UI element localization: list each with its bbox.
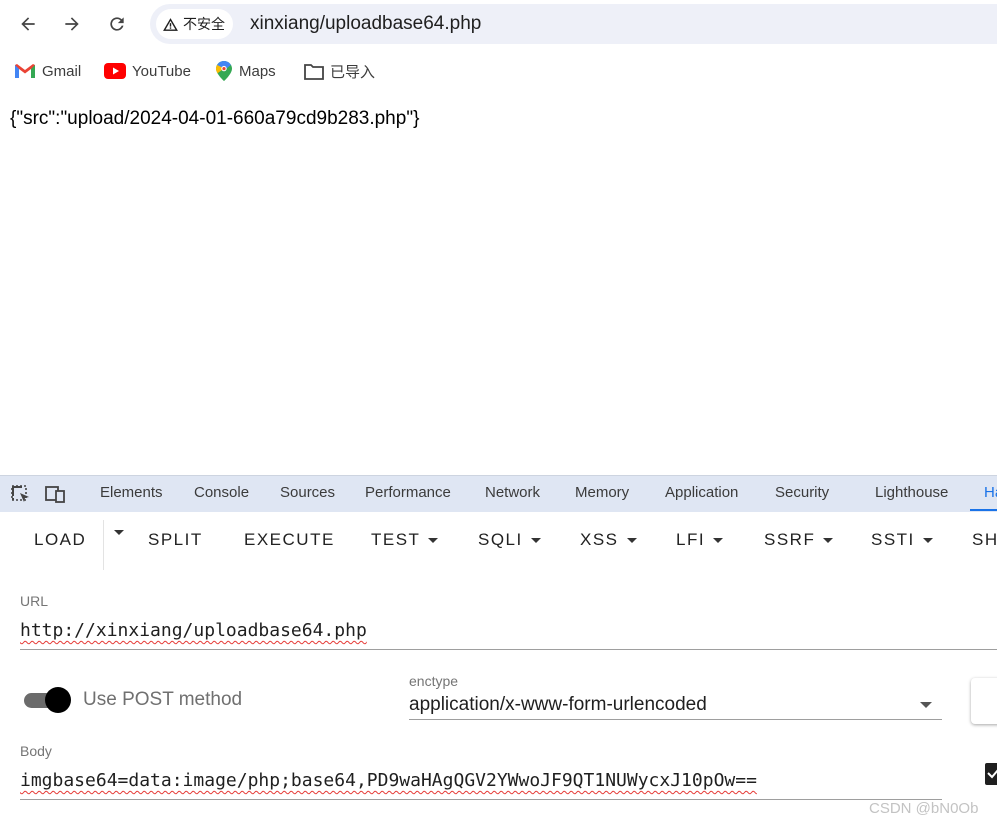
enctype-select[interactable]: application/x-www-form-urlencoded (409, 694, 707, 716)
arrow-right-icon (65, 17, 79, 31)
sh-label: SH (972, 530, 997, 549)
lfi-label: LFI (676, 530, 706, 549)
load-button[interactable]: LOAD (34, 530, 86, 550)
devtools-tab-bar: Elements Console Sources Performance Net… (0, 475, 997, 512)
chevron-down-icon (114, 530, 124, 535)
reload-button[interactable] (100, 7, 134, 41)
post-toggle-label: Use POST method (83, 689, 243, 710)
shell-menu-button[interactable]: SH (972, 530, 997, 550)
warning-icon (163, 17, 178, 31)
tab-hackbar[interactable]: Ha (984, 484, 997, 501)
folder-icon (304, 63, 324, 80)
bookmarks-bar: Gmail YouTube Maps 已导入 (0, 52, 997, 90)
toolbar-divider (103, 520, 104, 570)
tab-console[interactable]: Console (194, 484, 249, 501)
security-label: 不安全 (183, 16, 225, 32)
load-dropdown-button[interactable] (106, 530, 124, 535)
chevron-down-icon (922, 537, 933, 543)
url-input-underline (20, 649, 997, 650)
body-checkbox[interactable] (985, 763, 997, 785)
reload-icon (110, 17, 124, 31)
address-text[interactable]: xinxiang/uploadbase64.php (250, 13, 481, 35)
chevron-down-icon (713, 537, 724, 543)
address-bar[interactable]: 不安全 xinxiang/uploadbase64.php (150, 4, 997, 44)
youtube-icon (104, 63, 126, 79)
back-button[interactable] (11, 7, 45, 41)
bookmark-label: YouTube (132, 62, 191, 80)
bookmark-label: Gmail (42, 62, 82, 80)
ssti-label: SSTI (871, 530, 915, 549)
bookmark-maps[interactable]: Maps (215, 60, 276, 82)
browser-toolbar: 不安全 xinxiang/uploadbase64.php (0, 0, 997, 50)
json-response: {"src":"upload/2024-04-01-660a79cd9b283.… (10, 108, 420, 129)
sqli-label: SQLI (478, 530, 523, 549)
tab-application[interactable]: Application (665, 484, 738, 501)
inspect-element-icon[interactable] (10, 484, 32, 504)
bookmark-gmail[interactable]: Gmail (14, 60, 81, 82)
sqli-menu-button[interactable]: SQLI (478, 530, 541, 550)
hackbar-toolbar: LOAD SPLIT EXECUTE TEST SQLI XSS LFI SSR… (0, 512, 997, 570)
tab-lighthouse[interactable]: Lighthouse (875, 484, 948, 501)
load-label: LOAD (34, 530, 87, 549)
chevron-down-icon[interactable] (920, 702, 932, 708)
device-toolbar-icon[interactable] (44, 484, 66, 504)
bookmark-youtube[interactable]: YouTube (104, 60, 191, 82)
xss-menu-button[interactable]: XSS (580, 530, 637, 550)
url-input[interactable]: http://xinxiang/uploadbase64.php (20, 620, 367, 641)
body-input-underline (20, 799, 942, 800)
security-chip[interactable]: 不安全 (156, 9, 233, 39)
split-label: SPLIT (148, 530, 203, 549)
modify-header-button[interactable] (971, 678, 997, 724)
body-label: Body (20, 743, 52, 759)
enctype-label: enctype (409, 673, 459, 689)
checkmark-icon (987, 769, 997, 779)
ssrf-label: SSRF (764, 530, 816, 549)
chevron-down-icon (626, 537, 637, 543)
url-label: URL (20, 593, 49, 609)
tab-security[interactable]: Security (775, 484, 829, 501)
ssti-menu-button[interactable]: SSTI (871, 530, 933, 550)
execute-button[interactable]: EXECUTE (244, 530, 335, 550)
lfi-menu-button[interactable]: LFI (676, 530, 724, 550)
xss-label: XSS (580, 530, 619, 549)
active-tab-indicator (970, 509, 997, 511)
chevron-down-icon (530, 537, 541, 543)
gmail-icon (15, 64, 35, 78)
execute-label: EXECUTE (244, 530, 335, 549)
arrow-left-icon (21, 17, 35, 31)
bookmark-label: 已导入 (330, 63, 376, 81)
tab-sources[interactable]: Sources (280, 484, 335, 501)
tab-elements[interactable]: Elements (100, 484, 163, 501)
watermark: CSDN @bN0Ob (869, 800, 979, 817)
test-menu-button[interactable]: TEST (371, 530, 439, 550)
tab-performance[interactable]: Performance (365, 484, 451, 501)
tab-memory[interactable]: Memory (575, 484, 629, 501)
bookmark-label: Maps (239, 62, 276, 80)
tab-network[interactable]: Network (485, 484, 540, 501)
enctype-underline (409, 719, 942, 720)
bookmark-folder-imported[interactable]: 已导入 (304, 60, 375, 82)
test-label: TEST (371, 530, 421, 549)
chevron-down-icon (823, 537, 834, 543)
body-input[interactable]: imgbase64=data:image/php;base64,PD9waHAg… (20, 770, 757, 791)
split-button[interactable]: SPLIT (148, 530, 203, 550)
chevron-down-icon (428, 537, 439, 543)
maps-icon (216, 61, 232, 81)
post-toggle[interactable] (45, 687, 71, 713)
ssrf-menu-button[interactable]: SSRF (764, 530, 834, 550)
forward-button[interactable] (55, 7, 89, 41)
